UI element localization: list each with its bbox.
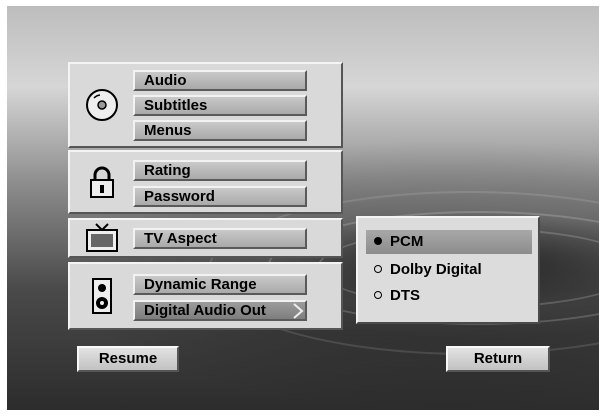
menu-item-tv-aspect[interactable]: TV Aspect [133, 228, 307, 249]
option-label: PCM [390, 233, 424, 250]
panel-audio-output-settings: Dynamic Range Digital Audio Out [68, 262, 343, 330]
menu-item-audio[interactable]: Audio [133, 70, 307, 91]
option-pcm[interactable]: PCM [366, 230, 532, 254]
radio-selected-icon [374, 237, 382, 246]
radio-unselected-icon [374, 265, 382, 274]
menu-item-subtitles[interactable]: Subtitles [133, 95, 307, 116]
speaker-icon [76, 264, 128, 328]
tv-icon [76, 220, 128, 256]
radio-unselected-icon [374, 291, 382, 300]
option-label: DTS [390, 287, 420, 304]
panel-parental-settings: Rating Password [68, 150, 343, 214]
panel-display-settings: TV Aspect [68, 218, 343, 258]
menu-item-password[interactable]: Password [133, 186, 307, 207]
menu-item-dynamic-range[interactable]: Dynamic Range [133, 274, 307, 295]
resume-button[interactable]: Resume [77, 346, 179, 372]
menu-item-digital-audio-out[interactable]: Digital Audio Out [133, 300, 307, 321]
option-dolby-digital[interactable]: Dolby Digital [366, 258, 532, 282]
return-button[interactable]: Return [446, 346, 550, 372]
menu-item-rating[interactable]: Rating [133, 160, 307, 181]
digital-audio-out-submenu: PCM Dolby Digital DTS [356, 216, 540, 324]
lock-icon [76, 152, 128, 212]
disc-icon [76, 64, 128, 146]
option-dts[interactable]: DTS [366, 284, 532, 308]
option-label: Dolby Digital [390, 261, 482, 278]
chevron-right-icon [293, 303, 304, 319]
panel-disc-settings: Audio Subtitles Menus [68, 62, 343, 148]
menu-item-menus[interactable]: Menus [133, 120, 307, 141]
menu-item-label: Digital Audio Out [144, 302, 266, 319]
